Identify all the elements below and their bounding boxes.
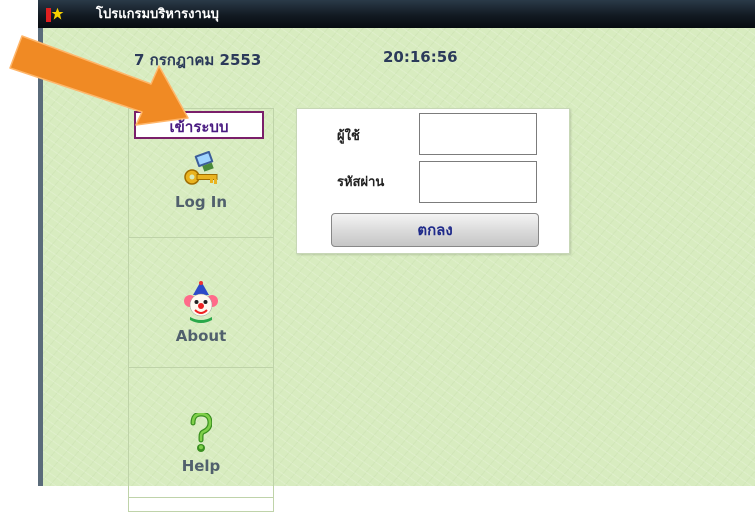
password-input[interactable] [419,161,537,203]
sidebar: Log In About Help [128,108,274,512]
login-tab[interactable]: เข้าระบบ [134,111,264,139]
title-bar[interactable]: โปรแกรมบริหารงานบุ [38,0,755,28]
user-input[interactable] [419,113,537,155]
sidebar-label-help: Help [181,457,221,475]
window-title: โปรแกรมบริหารงานบุ [96,7,219,22]
app-icon [46,7,64,22]
sidebar-label-login: Log In [174,193,228,211]
ok-button[interactable]: ตกลง [331,213,539,247]
key-computer-icon [184,151,218,185]
sidebar-item-about[interactable]: About [129,239,273,368]
question-mark-icon [190,413,212,452]
clown-icon [184,281,218,323]
user-label: ผู้ใช้ [337,129,360,144]
password-label: รหัสผ่าน [337,175,385,190]
sidebar-item-help[interactable]: Help [129,369,273,498]
time-display: 20:16:56 [383,48,458,66]
date-display: 7 กรกฎาคม 2553 [134,51,262,69]
sidebar-label-about: About [175,327,227,345]
login-panel: ผู้ใช้ รหัสผ่าน ตกลง [296,108,570,254]
